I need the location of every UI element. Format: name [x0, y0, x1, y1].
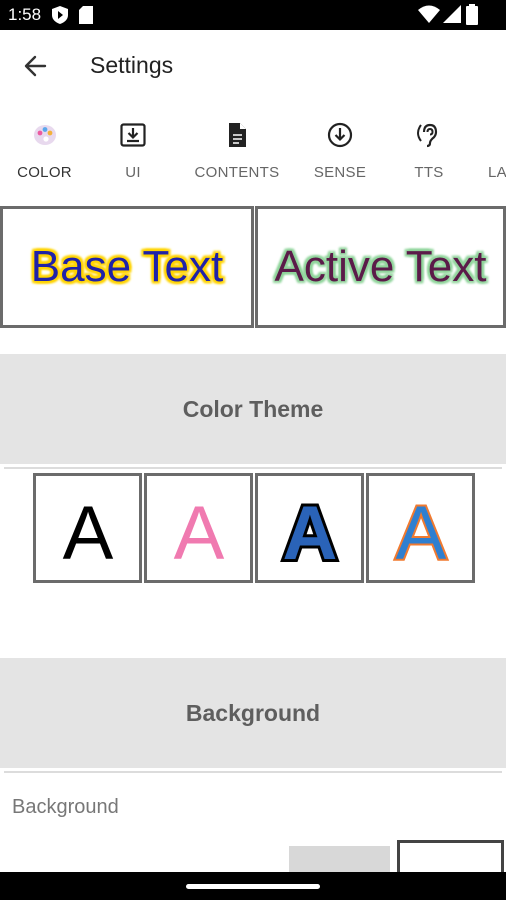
- page-title: Settings: [90, 52, 174, 78]
- divider: [4, 467, 502, 469]
- home-gesture-handle[interactable]: [186, 884, 320, 889]
- status-bar: 1:58: [0, 0, 506, 30]
- letter-a-icon: A: [280, 488, 341, 579]
- tab-contents[interactable]: CONTENTS: [187, 102, 287, 206]
- tab-label: UI: [125, 164, 141, 181]
- app-bar: Settings: [0, 30, 506, 102]
- theme-option-pink[interactable]: A: [144, 473, 253, 583]
- status-time: 1:58: [8, 5, 42, 24]
- navigation-bar: [0, 872, 506, 900]
- background-option-gray[interactable]: [289, 846, 390, 872]
- palette-icon: [32, 122, 58, 148]
- svg-text:A: A: [283, 491, 338, 576]
- tab-label: SENSE: [313, 164, 367, 181]
- battery-icon: [466, 4, 478, 30]
- section-title: Background: [185, 699, 321, 726]
- active-text-sample: Active Text: [274, 242, 487, 291]
- letter-a-icon: A: [174, 491, 225, 576]
- signal-icon: [443, 5, 461, 28]
- arrow-down-circle-icon: [327, 122, 353, 148]
- active-text-preview[interactable]: Active Text: [255, 206, 506, 328]
- tab-sense[interactable]: SENSE: [297, 102, 383, 206]
- hearing-icon: [416, 122, 442, 148]
- svg-text:A: A: [396, 491, 447, 576]
- tab-color[interactable]: COLOR: [0, 102, 89, 206]
- svg-text:A: A: [174, 491, 225, 576]
- base-text-sample: Base Text: [30, 242, 224, 291]
- tab-label: CONTENTS: [194, 164, 280, 181]
- arrow-left-icon: [24, 55, 47, 77]
- play-protect-icon: [52, 6, 68, 29]
- document-icon: [224, 122, 250, 148]
- background-header: Background: [0, 658, 506, 768]
- theme-option-black[interactable]: A: [33, 473, 142, 583]
- divider: [4, 771, 502, 773]
- color-theme-options: A A A A: [33, 473, 475, 583]
- theme-option-blue-orange-outline[interactable]: A: [366, 473, 475, 583]
- base-text-preview[interactable]: Base Text: [0, 206, 254, 328]
- tab-label: TTS: [414, 164, 444, 181]
- tab-tts[interactable]: TTS: [392, 102, 466, 206]
- letter-a-icon: A: [394, 489, 449, 578]
- download-box-icon: [120, 122, 146, 148]
- tab-label: COLOR: [17, 164, 72, 181]
- tab-ui[interactable]: UI: [89, 102, 177, 206]
- background-option-white[interactable]: [397, 840, 504, 874]
- text-preview: Base Text Active Text: [0, 206, 506, 328]
- wifi-icon: [418, 5, 440, 28]
- settings-tabs: COLOR UI CONTENTS SENSE TTS LA: [0, 102, 506, 206]
- letter-a-icon: A: [63, 491, 114, 576]
- theme-option-blue-black-outline[interactable]: A: [255, 473, 364, 583]
- tab-language[interactable]: LA: [478, 102, 506, 206]
- background-label: Background: [12, 796, 119, 818]
- svg-text:A: A: [63, 491, 114, 576]
- tab-label: LA: [488, 164, 506, 181]
- sd-card-icon: [79, 6, 93, 29]
- back-button[interactable]: [18, 48, 54, 84]
- section-title: Color Theme: [182, 395, 324, 422]
- color-theme-header: Color Theme: [0, 354, 506, 464]
